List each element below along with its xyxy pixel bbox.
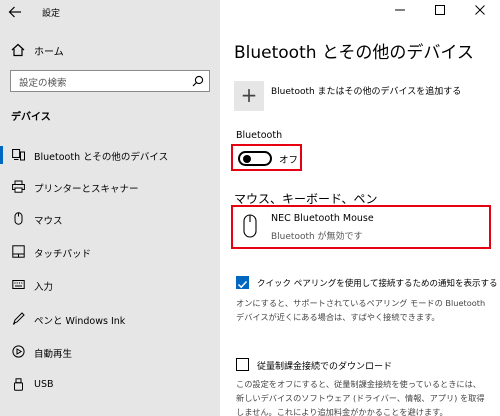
sidebar-item-printers[interactable]: プリンターとスキャナー	[0, 173, 220, 201]
device-item[interactable]: NEC Bluetooth Mouse Bluetooth が無効です	[231, 205, 491, 249]
sidebar-home-label: ホーム	[34, 47, 64, 58]
bluetooth-highlight-box: オフ	[231, 144, 302, 171]
sidebar-item-touchpad[interactable]: タッチパッド	[0, 238, 220, 266]
description-line: 新しいデバイスのソフトウェア (ドライバー、情報、アプリ) を取得	[236, 393, 485, 403]
plus-icon: +	[234, 81, 264, 111]
mouse-icon	[243, 214, 257, 238]
sidebar-item-label: ペンと Windows Ink	[34, 316, 126, 327]
sidebar-section-label: デバイス	[11, 112, 51, 123]
mouse-icon	[14, 212, 23, 225]
maximize-button[interactable]	[432, 4, 448, 20]
sidebar-item-label: マウス	[34, 216, 63, 227]
description-line: オンにすると、サポートされているペアリング モードの Bluetooth	[236, 298, 486, 308]
autoplay-icon	[12, 345, 25, 358]
description-line: しません。これにより追加料金がかかることを避けます。	[236, 407, 448, 416]
minimize-icon	[395, 9, 405, 11]
bluetooth-devices-icon	[12, 149, 25, 161]
swift-pair-label: クイック ペアリングを使用して接続するための通知を表示する	[257, 279, 498, 289]
usb-icon	[14, 378, 23, 391]
toggle-knob	[243, 155, 251, 163]
sidebar: ホーム 設定の検索 デバイス Bluetooth とその他のデバイス プリンター…	[0, 0, 220, 416]
pen-icon	[12, 312, 25, 325]
sidebar-item-label: プリンターとスキャナー	[34, 184, 139, 195]
search-placeholder: 設定の検索	[19, 78, 67, 89]
add-device-label: Bluetooth またはその他のデバイスを追加する	[271, 87, 462, 97]
window-title: 設定	[42, 9, 61, 19]
minimize-button[interactable]	[392, 4, 408, 20]
sidebar-item-mouse[interactable]: マウス	[0, 205, 220, 233]
sidebar-item-typing[interactable]: 入力	[0, 271, 220, 299]
sidebar-item-autoplay[interactable]: 自動再生	[0, 338, 220, 366]
sidebar-home[interactable]: ホーム	[0, 38, 220, 62]
sidebar-item-bluetooth[interactable]: Bluetooth とその他のデバイス	[0, 141, 220, 169]
back-button[interactable]	[8, 4, 26, 20]
bluetooth-toggle[interactable]	[238, 151, 272, 166]
device-status: Bluetooth が無効です	[271, 232, 363, 242]
sidebar-item-label: USB	[34, 379, 54, 390]
checkmark-icon	[237, 280, 248, 289]
description-line: この設定をオフにすると、従量制課金接続を使っているときには、	[236, 379, 481, 389]
printer-icon	[12, 180, 25, 193]
page-title: Bluetooth とその他のデバイス	[234, 43, 474, 63]
sidebar-item-label: タッチパッド	[34, 249, 92, 260]
sidebar-item-usb[interactable]: USB	[0, 371, 220, 399]
close-icon	[475, 5, 485, 15]
sidebar-item-label: 入力	[34, 282, 54, 293]
sidebar-item-pen[interactable]: ペンと Windows Ink	[0, 305, 220, 333]
search-icon	[192, 75, 204, 87]
swift-pair-description: オンにすると、サポートされているペアリング モードの Bluetooth デバイ…	[236, 296, 494, 324]
bluetooth-toggle-state: オフ	[279, 155, 299, 166]
description-line: デバイスが近くにある場合は、すばやく接続できます。	[236, 312, 440, 322]
home-icon	[11, 43, 25, 57]
metered-checkbox[interactable]	[236, 358, 249, 371]
metered-label: 従量制課金接続でのダウンロード	[257, 362, 393, 372]
maximize-icon	[435, 5, 445, 15]
sidebar-item-label: 自動再生	[34, 349, 73, 360]
touchpad-icon	[12, 245, 25, 258]
swift-pair-checkbox[interactable]	[236, 276, 249, 289]
close-button[interactable]	[472, 4, 488, 20]
bluetooth-label: Bluetooth	[236, 130, 283, 141]
search-input[interactable]: 設定の検索	[10, 70, 210, 92]
metered-description: この設定をオフにすると、従量制課金接続を使っているときには、 新しいデバイスのソ…	[236, 377, 494, 416]
window-controls	[380, 0, 500, 24]
keyboard-icon	[12, 280, 25, 289]
back-arrow-icon	[8, 6, 21, 18]
active-indicator	[0, 146, 3, 164]
sidebar-item-label: Bluetooth とその他のデバイス	[34, 152, 169, 163]
add-device-button[interactable]: + Bluetooth またはその他のデバイスを追加する	[234, 81, 494, 111]
device-name: NEC Bluetooth Mouse	[271, 213, 374, 224]
